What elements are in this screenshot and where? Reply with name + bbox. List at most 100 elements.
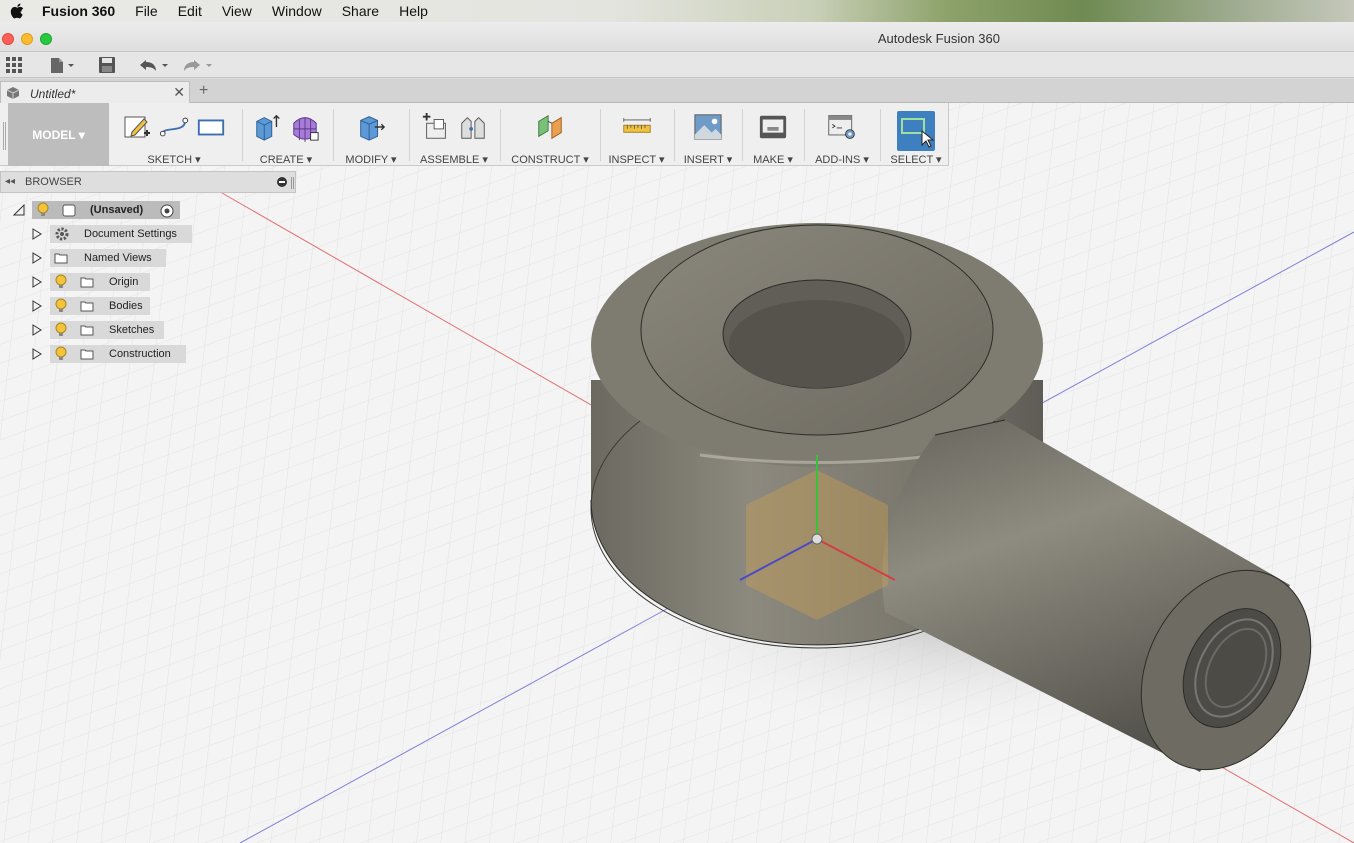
collapse-browser-icon[interactable]: ◂◂ bbox=[5, 176, 15, 187]
visibility-bulb-icon[interactable] bbox=[54, 298, 68, 314]
add-ins-label: ADD-INS ▾ bbox=[815, 154, 869, 166]
menu-file[interactable]: File bbox=[135, 3, 158, 19]
assemble-group[interactable]: ASSEMBLE ▾ bbox=[412, 103, 496, 166]
menu-window[interactable]: Window bbox=[272, 3, 322, 19]
close-tab-icon[interactable]: ✕ bbox=[173, 84, 185, 101]
construct-group[interactable]: CONSTRUCT ▾ bbox=[503, 103, 597, 166]
browser-item-label: Document Settings bbox=[84, 228, 177, 240]
scripts-addins-icon[interactable] bbox=[827, 111, 857, 143]
new-tab-button[interactable]: + bbox=[199, 82, 208, 100]
folder-icon bbox=[54, 252, 68, 264]
form-icon[interactable] bbox=[290, 111, 320, 143]
activate-radio-icon[interactable] bbox=[160, 204, 174, 221]
ribbon-toolbar: MODEL ▾ SKETCH ▾ CREATE ▾ MODIFY ▾ ASSEM… bbox=[0, 103, 949, 166]
make-group[interactable]: MAKE ▾ bbox=[745, 103, 801, 166]
browser-root-node[interactable]: (Unsaved) bbox=[0, 201, 190, 219]
browser-item-label: Construction bbox=[109, 348, 171, 360]
folder-icon bbox=[80, 348, 94, 360]
offset-plane-icon[interactable] bbox=[535, 111, 565, 143]
menu-help[interactable]: Help bbox=[399, 3, 428, 19]
gear-icon bbox=[54, 226, 70, 245]
expand-triangle-icon[interactable] bbox=[31, 228, 43, 240]
browser-item-label: Origin bbox=[109, 276, 139, 288]
browser-item-sketches[interactable]: Sketches bbox=[0, 321, 170, 339]
document-tab-bar: Untitled* ✕ + bbox=[0, 79, 1354, 103]
modify-group[interactable]: MODIFY ▾ bbox=[336, 103, 406, 166]
toolbar-grip[interactable] bbox=[3, 122, 6, 150]
browser-item-label: Named Views bbox=[84, 252, 152, 264]
folder-icon bbox=[80, 324, 94, 336]
folder-icon bbox=[80, 276, 94, 288]
menu-edit[interactable]: Edit bbox=[178, 3, 202, 19]
construct-label: CONSTRUCT ▾ bbox=[511, 154, 589, 166]
visibility-bulb-icon[interactable] bbox=[54, 322, 68, 338]
document-tab[interactable]: Untitled* ✕ bbox=[0, 81, 190, 103]
joint-icon[interactable] bbox=[458, 111, 488, 143]
model-scene[interactable] bbox=[0, 103, 1354, 843]
window-title: Autodesk Fusion 360 bbox=[877, 31, 1000, 46]
browser-minimize-icon[interactable] bbox=[277, 177, 287, 187]
visibility-bulb-icon[interactable] bbox=[54, 274, 68, 290]
select-label: SELECT ▾ bbox=[890, 154, 942, 166]
visibility-bulb-icon[interactable] bbox=[36, 202, 50, 218]
new-component-icon[interactable] bbox=[421, 111, 451, 143]
document-cube-icon bbox=[6, 86, 20, 103]
document-icon bbox=[62, 204, 76, 217]
expand-triangle-icon[interactable] bbox=[31, 252, 43, 264]
expand-triangle-icon[interactable] bbox=[31, 324, 43, 336]
menu-share[interactable]: Share bbox=[342, 3, 379, 19]
folder-icon bbox=[80, 300, 94, 312]
create-label: CREATE ▾ bbox=[259, 154, 313, 166]
quick-access-toolbar bbox=[0, 52, 1354, 78]
browser-resize-handle[interactable] bbox=[291, 177, 294, 189]
insert-label: INSERT ▾ bbox=[683, 154, 733, 166]
workspace-switcher[interactable]: MODEL ▾ bbox=[8, 103, 109, 166]
browser-item-named-views[interactable]: Named Views bbox=[0, 249, 170, 267]
make-label: MAKE ▾ bbox=[753, 154, 793, 166]
collapse-triangle-icon[interactable] bbox=[13, 204, 25, 216]
visibility-bulb-icon[interactable] bbox=[54, 346, 68, 362]
browser-panel-header: ◂◂ BROWSER bbox=[0, 171, 296, 193]
browser-item-bodies[interactable]: Bodies bbox=[0, 297, 155, 315]
expand-triangle-icon[interactable] bbox=[31, 276, 43, 288]
3d-print-icon[interactable] bbox=[758, 111, 788, 143]
window-titlebar: Autodesk Fusion 360 bbox=[0, 22, 1354, 52]
browser-title: BROWSER bbox=[25, 176, 82, 188]
document-tab-label: Untitled* bbox=[30, 87, 76, 101]
save-icon[interactable] bbox=[98, 56, 116, 74]
file-menu-icon[interactable] bbox=[48, 56, 76, 74]
create-group[interactable]: CREATE ▾ bbox=[245, 103, 327, 166]
line-icon[interactable] bbox=[159, 111, 189, 143]
press-pull-icon[interactable] bbox=[356, 111, 386, 143]
expand-triangle-icon[interactable] bbox=[31, 300, 43, 312]
mac-menubar: Fusion 360 File Edit View Window Share H… bbox=[0, 0, 1354, 22]
sketch-group[interactable]: SKETCH ▾ bbox=[113, 103, 235, 166]
data-panel-grid-icon[interactable] bbox=[5, 56, 23, 74]
measure-icon[interactable] bbox=[622, 111, 652, 143]
rectangle-icon[interactable] bbox=[196, 111, 226, 143]
browser-item-label: Sketches bbox=[109, 324, 155, 336]
undo-icon[interactable] bbox=[138, 56, 172, 74]
assemble-label: ASSEMBLE ▾ bbox=[420, 154, 488, 166]
create-sketch-icon[interactable] bbox=[122, 111, 152, 143]
browser-item-label: Bodies bbox=[109, 300, 143, 312]
add-ins-group[interactable]: ADD-INS ▾ bbox=[807, 103, 877, 166]
menu-app-name[interactable]: Fusion 360 bbox=[42, 3, 115, 19]
browser-item-construction[interactable]: Construction bbox=[0, 345, 190, 363]
inspect-group[interactable]: INSPECT ▾ bbox=[603, 103, 670, 166]
select-group[interactable]: SELECT ▾ bbox=[884, 103, 948, 166]
modify-label: MODIFY ▾ bbox=[345, 154, 397, 166]
insert-group[interactable]: INSERT ▾ bbox=[677, 103, 739, 166]
apple-icon[interactable] bbox=[9, 3, 25, 19]
canvas-viewport[interactable] bbox=[0, 103, 1354, 843]
browser-item-document-settings[interactable]: Document Settings bbox=[0, 225, 195, 243]
expand-triangle-icon[interactable] bbox=[31, 348, 43, 360]
extrude-icon[interactable] bbox=[253, 111, 283, 143]
root-label: (Unsaved) bbox=[90, 204, 144, 216]
browser-item-origin[interactable]: Origin bbox=[0, 273, 155, 291]
select-icon[interactable] bbox=[897, 111, 935, 151]
menu-view[interactable]: View bbox=[222, 3, 252, 19]
insert-image-icon[interactable] bbox=[693, 111, 723, 143]
redo-icon[interactable] bbox=[182, 56, 216, 74]
sketch-label: SKETCH ▾ bbox=[147, 154, 201, 166]
